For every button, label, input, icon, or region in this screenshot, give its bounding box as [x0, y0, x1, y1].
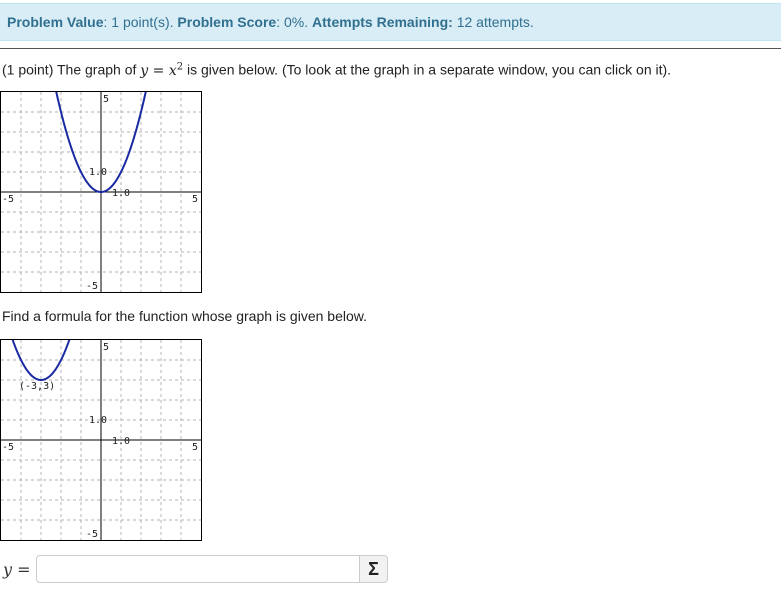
problem-prefix: (1 point) The graph of: [2, 61, 141, 78]
attempts-remaining-label: Attempts Remaining:: [312, 14, 453, 30]
answer-input[interactable]: [36, 555, 360, 583]
problem-score-text: : 0%.: [276, 14, 313, 30]
y-unit-label: 1.0: [89, 415, 107, 426]
x-min-label: -5: [2, 194, 14, 205]
graph-transformed-parabola[interactable]: 5 -5 -5 5 1.0 1.0 (-3,3): [0, 339, 202, 541]
problem-score-label: Problem Score: [177, 14, 277, 30]
graph-1-canvas[interactable]: 5 -5 -5 5 1.0 1.0: [0, 91, 202, 293]
y-unit-label: 1.0: [89, 167, 107, 178]
divider: [0, 48, 781, 49]
equation-editor-button[interactable]: Σ: [359, 555, 388, 583]
x-unit-label: 1.0: [112, 436, 130, 447]
vertex-label: (-3,3): [19, 381, 55, 392]
x-max-label: 5: [192, 194, 198, 205]
graph-2-canvas[interactable]: 5 -5 -5 5 1.0 1.0 (-3,3): [0, 339, 202, 541]
problem-status-banner: Problem Value: 1 point(s). Problem Score…: [0, 3, 781, 41]
x-max-label: 5: [192, 442, 198, 453]
problem-value-text: : 1 point(s).: [103, 14, 178, 30]
problem-value-label: Problem Value: [7, 14, 104, 30]
problem-suffix: is given below. (To look at the graph in…: [183, 61, 672, 78]
problem-statement: (1 point) The graph of y = x2 is given b…: [2, 61, 671, 79]
y-max-label: 5: [103, 342, 109, 353]
answer-row: y = Σ: [0, 554, 400, 586]
y-min-label: -5: [86, 529, 98, 540]
equation: y = x2: [140, 61, 184, 79]
x-min-label: -5: [2, 442, 14, 453]
find-formula-prompt: Find a formula for the function whose gr…: [2, 308, 367, 324]
y-max-label: 5: [103, 94, 109, 105]
answer-label: y =: [3, 560, 31, 579]
x-unit-label: 1.0: [112, 188, 130, 199]
graph-reference-parabola[interactable]: 5 -5 -5 5 1.0 1.0: [0, 91, 202, 293]
y-min-label: -5: [86, 281, 98, 292]
attempts-remaining-text: 12 attempts.: [452, 14, 534, 30]
